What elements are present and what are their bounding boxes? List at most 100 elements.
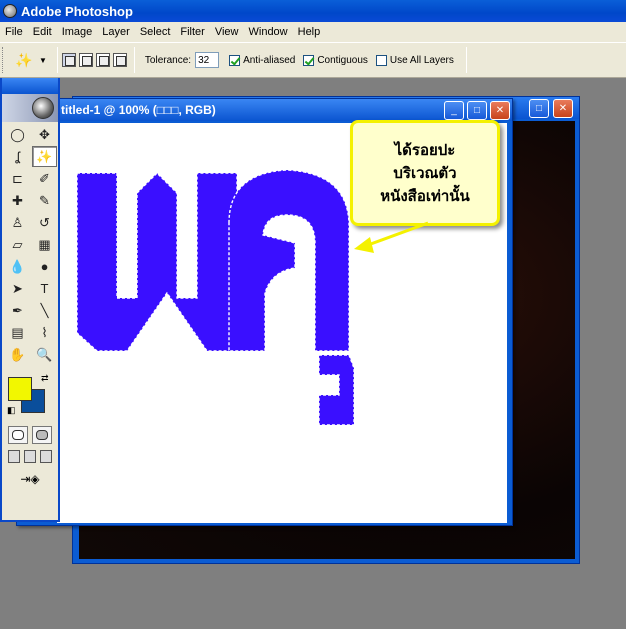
line-icon: ╲ — [40, 302, 49, 318]
eraser-tool[interactable]: ▱ — [5, 234, 30, 255]
edit-mode-buttons — [2, 423, 58, 447]
clone-stamp-icon: ♙ — [11, 214, 24, 230]
callout-line-2: บริเวณตัว — [393, 163, 457, 182]
dodge-tool[interactable]: ● — [32, 256, 57, 277]
minimize-button[interactable]: _ — [444, 101, 464, 120]
swap-colors-icon[interactable]: ⇄ — [41, 373, 49, 384]
eye-logo-icon — [32, 97, 54, 119]
zoom-tool[interactable]: 🔍 — [32, 344, 57, 365]
zoom-icon: 🔍 — [36, 346, 53, 362]
magic-wand-icon: ✨ — [36, 148, 53, 164]
selected-letter-lo — [228, 169, 350, 352]
notes-icon: ▤ — [11, 324, 24, 340]
brush-tool[interactable]: ✎ — [32, 190, 57, 211]
document-title-bar[interactable]: titled-1 @ 100% (□□□, RGB) — [17, 99, 512, 121]
callout-line-1: ได้รอยปะ — [394, 140, 456, 159]
use-all-layers-label: Use All Layers — [389, 54, 454, 66]
menu-window[interactable]: Window — [244, 26, 293, 38]
blur-icon: 💧 — [9, 258, 26, 274]
healing-brush-tool[interactable]: ✚ — [5, 190, 30, 211]
toolbox-title-bar[interactable] — [2, 78, 58, 94]
hand-icon: ✋ — [9, 346, 26, 362]
divider — [465, 47, 467, 73]
menu-help[interactable]: Help — [293, 26, 326, 38]
crop-tool[interactable]: ⊏ — [5, 168, 30, 189]
eyedropper-tool[interactable]: ⌇ — [32, 322, 57, 343]
menu-image[interactable]: Image — [57, 26, 98, 38]
menu-view[interactable]: View — [210, 26, 244, 38]
slice-icon: ✐ — [39, 170, 50, 186]
path-selection-tool[interactable]: ➤ — [5, 278, 30, 299]
use-all-layers-checkbox[interactable] — [375, 54, 387, 66]
tool-preset-dropdown-icon[interactable]: ▼ — [39, 56, 47, 65]
pen-icon: ✒ — [12, 302, 23, 318]
background-maximize-button[interactable]: □ — [529, 99, 549, 118]
tolerance-label: Tolerance: — [144, 54, 192, 66]
options-bar: ✨ ▼ Tolerance: Anti-aliased Contiguous U… — [0, 42, 626, 78]
healing-brush-icon: ✚ — [12, 192, 23, 208]
full-screen-mode-button[interactable] — [40, 450, 52, 463]
standard-mode-button[interactable] — [8, 426, 28, 444]
callout-line-3: หนังสือเท่านั้น — [380, 186, 470, 205]
brush-icon: ✎ — [39, 192, 50, 208]
adobe-online-button[interactable] — [2, 94, 58, 122]
notes-tool[interactable]: ▤ — [5, 322, 30, 343]
jump-to-imageready-button[interactable]: ⇥◈ — [6, 470, 54, 488]
antialiased-checkbox[interactable] — [229, 54, 241, 66]
default-colors-icon[interactable]: ◧ — [7, 405, 16, 416]
clone-stamp-tool[interactable]: ♙ — [5, 212, 30, 233]
callout-arrow — [354, 221, 429, 253]
gradient-icon: ▦ — [38, 236, 51, 252]
screen-mode-buttons — [2, 447, 58, 466]
foreground-color-swatch[interactable] — [8, 377, 32, 401]
selected-letter-pho — [76, 172, 238, 352]
menu-layer[interactable]: Layer — [97, 26, 135, 38]
hand-tool[interactable]: ✋ — [5, 344, 30, 365]
menu-filter[interactable]: Filter — [175, 26, 209, 38]
line-tool[interactable]: ╲ — [32, 300, 57, 321]
menu-edit[interactable]: Edit — [28, 26, 57, 38]
contiguous-label: Contiguous — [317, 54, 368, 66]
annotation-callout: ได้รอยปะ บริเวณตัว หนังสือเท่านั้น — [350, 120, 500, 226]
menu-file[interactable]: File — [0, 26, 28, 38]
new-selection-mode-button[interactable] — [61, 53, 76, 67]
lasso-tool[interactable]: ʆ — [5, 146, 30, 167]
standard-screen-mode-button[interactable] — [8, 450, 20, 463]
type-tool[interactable]: T — [32, 278, 57, 299]
move-tool[interactable]: ✥ — [32, 124, 57, 145]
options-bar-grip[interactable] — [2, 47, 5, 73]
tolerance-input[interactable] — [195, 52, 220, 68]
close-button[interactable]: ✕ — [490, 101, 510, 120]
menu-bar: File Edit Image Layer Select Filter View… — [0, 22, 626, 42]
color-swatches: ⇄ ◧ — [5, 371, 55, 419]
app-title-bar: Adobe Photoshop — [0, 0, 626, 22]
lasso-icon: ʆ — [15, 149, 20, 164]
full-screen-menu-mode-button[interactable] — [24, 450, 36, 463]
intersect-selection-mode-button[interactable] — [112, 53, 127, 67]
quick-mask-mode-button[interactable] — [32, 426, 52, 444]
path-selection-icon: ➤ — [12, 280, 23, 296]
subtract-selection-mode-button[interactable] — [95, 53, 110, 67]
add-selection-mode-button[interactable] — [78, 53, 93, 67]
marquee-icon: ◯ — [10, 126, 25, 142]
maximize-button[interactable]: □ — [467, 101, 487, 120]
contiguous-checkbox[interactable] — [303, 54, 315, 66]
type-icon: T — [40, 281, 49, 296]
history-brush-icon: ↺ — [39, 214, 50, 230]
dodge-icon: ● — [40, 259, 49, 274]
magic-wand-preset-icon[interactable]: ✨ — [13, 50, 35, 70]
document-title: titled-1 @ 100% (□□□, RGB) — [61, 103, 216, 117]
move-icon: ✥ — [39, 126, 50, 142]
slice-tool[interactable]: ✐ — [32, 168, 57, 189]
magic-wand-tool[interactable]: ✨ — [32, 146, 57, 167]
history-brush-tool[interactable]: ↺ — [32, 212, 57, 233]
crop-icon: ⊏ — [12, 170, 23, 186]
pen-tool[interactable]: ✒ — [5, 300, 30, 321]
background-close-button[interactable]: ✕ — [553, 99, 573, 118]
divider — [133, 47, 135, 73]
marquee-tool[interactable]: ◯ — [5, 124, 30, 145]
gradient-tool[interactable]: ▦ — [32, 234, 57, 255]
menu-select[interactable]: Select — [135, 26, 176, 38]
toolbox-panel: ◯ ✥ ʆ ✨ ⊏ ✐ ✚ ✎ ♙ ↺ ▱ ▦ 💧 ● ➤ T ✒ ╲ ▤ ⌇ ✋ 🔍 ⇄ ◧ ⇥◈ — [0, 78, 60, 522]
blur-tool[interactable]: 💧 — [5, 256, 30, 277]
